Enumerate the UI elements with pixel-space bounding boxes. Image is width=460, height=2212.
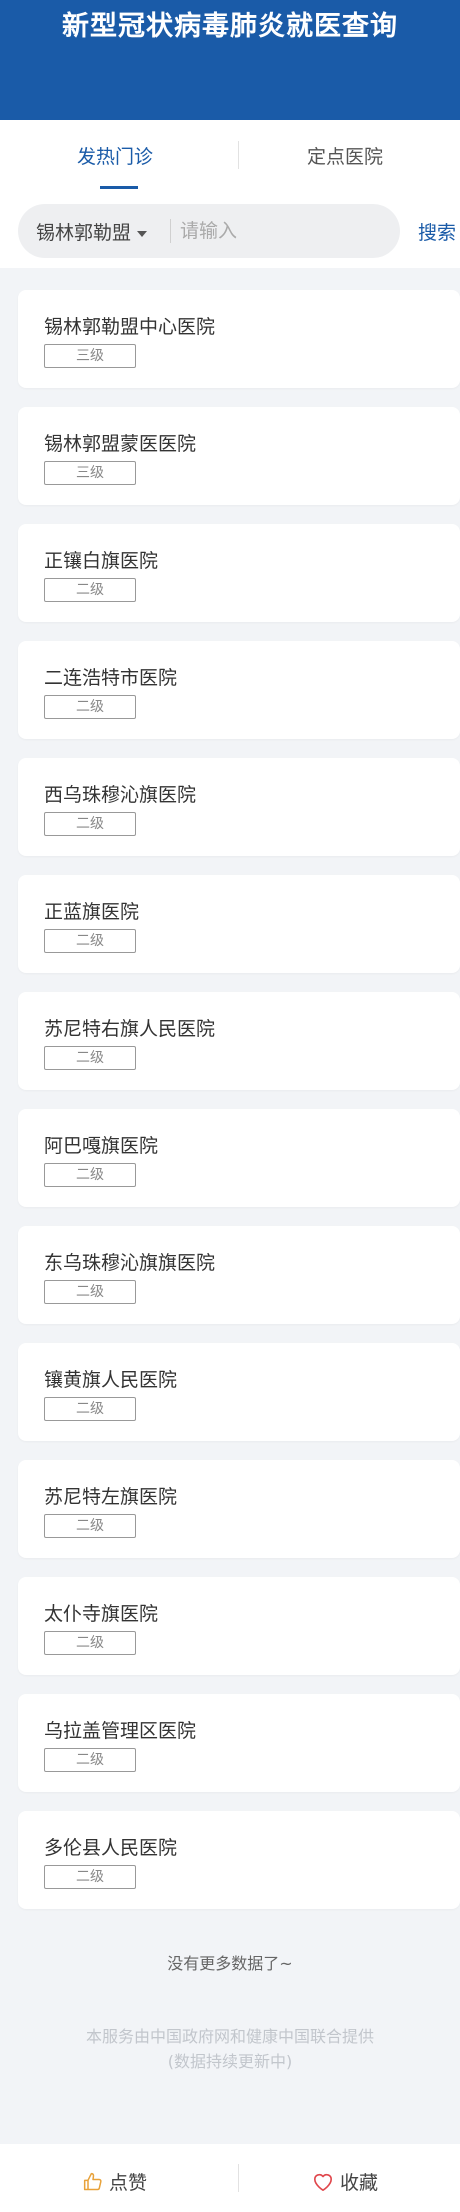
hospital-card[interactable]: 正蓝旗医院 二级 (18, 875, 460, 973)
page-title: 新型冠状病毒肺炎就医查询 (62, 11, 398, 42)
hospital-card[interactable]: 乌拉盖管理区医院 二级 (18, 1694, 460, 1792)
hospital-level-badge: 三级 (44, 461, 136, 485)
hospital-name: 阿巴嘎旗医院 (44, 1135, 159, 1157)
hospital-level-badge: 二级 (44, 578, 136, 602)
search-input[interactable] (180, 214, 390, 248)
search-box: 锡林郭勒盟 (18, 204, 400, 258)
hospital-card[interactable]: 锡林郭勒盟中心医院 三级 (18, 290, 460, 388)
hospital-card[interactable]: 西乌珠穆沁旗医院 二级 (18, 758, 460, 856)
favorite-button[interactable]: 收藏 (230, 2168, 460, 2195)
search-button[interactable]: 搜索 (418, 218, 456, 245)
hospital-card[interactable]: 锡林郭盟蒙医医院 三级 (18, 407, 460, 505)
tab-bar: 发热门诊 定点医院 (0, 120, 460, 198)
hospital-name: 多伦县人民医院 (44, 1837, 178, 1859)
hospital-name: 苏尼特右旗人民医院 (44, 1018, 216, 1040)
hospital-name: 二连浩特市医院 (44, 667, 178, 689)
heart-icon (313, 2173, 332, 2191)
region-select[interactable]: 锡林郭勒盟 (36, 218, 148, 245)
hospital-card[interactable]: 二连浩特市医院 二级 (18, 641, 460, 739)
thumbs-up-icon (83, 2172, 102, 2191)
hospital-name: 正镶白旗医院 (44, 550, 159, 572)
tab-fever-clinic[interactable]: 发热门诊 (0, 142, 230, 169)
page-header: 新型冠状病毒肺炎就医查询 (0, 0, 460, 120)
hospital-level-badge: 二级 (44, 929, 136, 953)
favorite-label: 收藏 (339, 2172, 378, 2194)
provider-update-note: (数据持续更新中) (167, 2052, 293, 2071)
hospital-card[interactable]: 镶黄旗人民医院 二级 (18, 1343, 460, 1441)
hospital-level-badge: 三级 (44, 344, 136, 368)
hospital-level-badge: 二级 (44, 1163, 136, 1187)
tab-designated-hospital[interactable]: 定点医院 (230, 142, 460, 169)
tab-divider (238, 141, 239, 169)
hospital-level-badge: 二级 (44, 1046, 136, 1070)
hospital-name: 西乌珠穆沁旗医院 (44, 784, 197, 806)
hospital-level-badge: 二级 (44, 812, 136, 836)
hospital-name: 正蓝旗医院 (44, 901, 140, 923)
hospital-card[interactable]: 正镶白旗医院 二级 (18, 524, 460, 622)
hospital-level-badge: 二级 (44, 1748, 136, 1772)
provider-line: 本服务由中国政府网和健康中国联合提供 (85, 2027, 374, 2046)
hospital-name: 乌拉盖管理区医院 (44, 1720, 197, 1742)
hospital-card[interactable]: 东乌珠穆沁旗旗医院 二级 (18, 1226, 460, 1324)
hospital-card[interactable]: 太仆寺旗医院 二级 (18, 1577, 460, 1675)
search-divider (170, 219, 171, 243)
hospital-name: 东乌珠穆沁旗旗医院 (44, 1252, 216, 1274)
hospital-name: 镶黄旗人民医院 (44, 1369, 178, 1391)
hospital-level-badge: 二级 (44, 1397, 136, 1421)
like-label: 点赞 (108, 2172, 147, 2194)
hospital-name: 锡林郭盟蒙医医院 (44, 433, 197, 455)
hospital-level-badge: 二级 (44, 695, 136, 719)
hospital-card[interactable]: 苏尼特右旗人民医院 二级 (18, 992, 460, 1090)
bottom-action-bar: 点赞 收藏 (0, 2144, 460, 2212)
hospital-card[interactable]: 阿巴嘎旗医院 二级 (18, 1109, 460, 1207)
provider-note: 本服务由中国政府网和健康中国联合提供 (数据持续更新中) (0, 2024, 460, 2074)
hospital-level-badge: 二级 (44, 1631, 136, 1655)
hospital-card[interactable]: 苏尼特左旗医院 二级 (18, 1460, 460, 1558)
hospital-name: 苏尼特左旗医院 (44, 1486, 178, 1508)
hospital-name: 锡林郭勒盟中心医院 (44, 316, 216, 338)
caret-down-icon (137, 230, 148, 237)
active-tab-indicator (100, 186, 138, 189)
no-more-data-text: 没有更多数据了~ (167, 1954, 293, 1973)
hospital-level-badge: 二级 (44, 1280, 136, 1304)
hospital-name: 太仆寺旗医院 (44, 1603, 159, 1625)
search-bar: 锡林郭勒盟 搜索 (0, 198, 460, 268)
region-select-label: 锡林郭勒盟 (36, 222, 132, 244)
hospital-card[interactable]: 多伦县人民医院 二级 (18, 1811, 460, 1909)
hospital-level-badge: 二级 (44, 1865, 136, 1889)
like-button[interactable]: 点赞 (0, 2168, 230, 2195)
hospital-level-badge: 二级 (44, 1514, 136, 1538)
